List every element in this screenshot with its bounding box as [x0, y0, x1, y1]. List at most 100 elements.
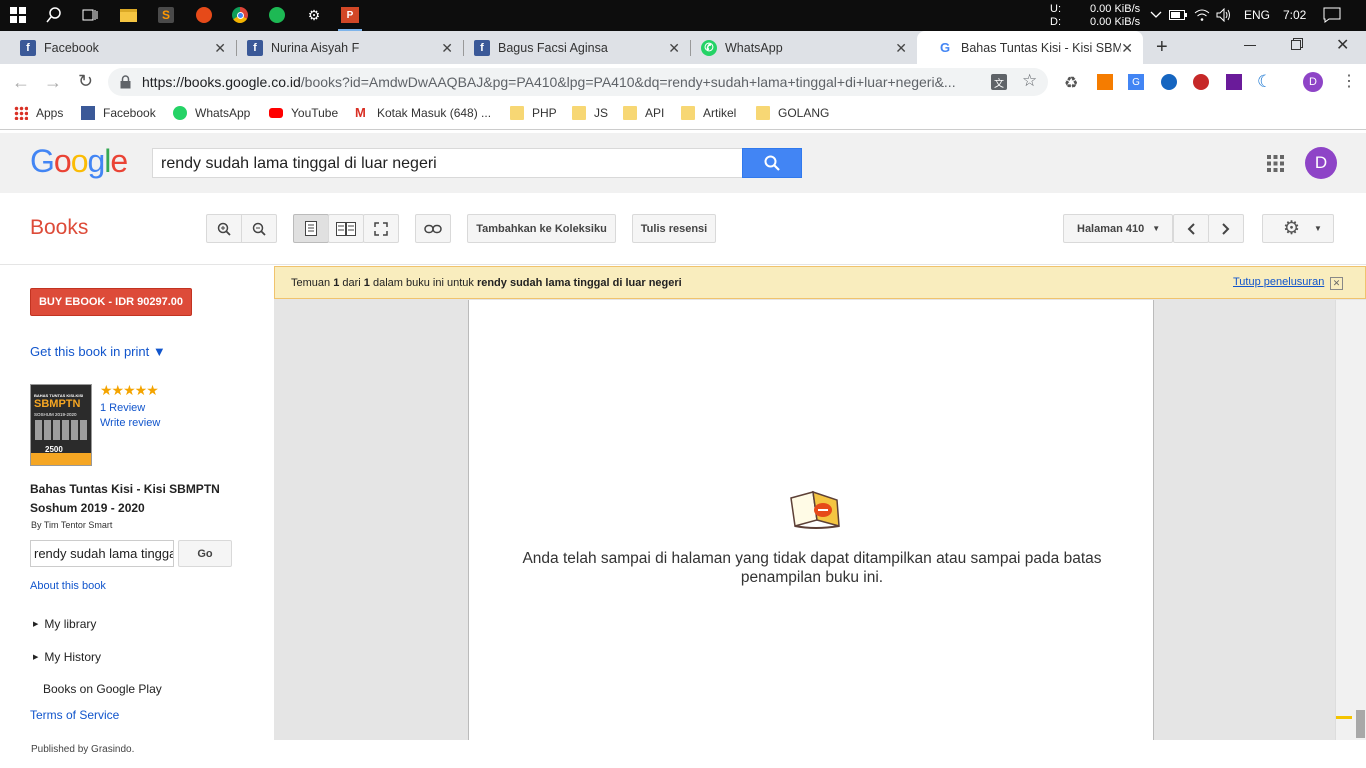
notification-icon[interactable]	[1322, 5, 1342, 25]
page-select-dropdown[interactable]: Halaman 410 ▼	[1063, 214, 1173, 243]
bookmark-star-icon[interactable]: ☆	[1022, 71, 1037, 91]
wifi-icon[interactable]	[1192, 5, 1212, 25]
recycle-extension-icon[interactable]: ♻	[1064, 73, 1078, 93]
sublime-text-icon[interactable]: S	[156, 5, 176, 25]
forward-arrow-icon[interactable]: →	[44, 72, 62, 93]
chevron-down-icon: ▼	[1152, 224, 1161, 233]
bookmark-facebook[interactable]: Facebook	[81, 106, 156, 120]
minimize-icon[interactable]	[1244, 45, 1256, 46]
search-icon[interactable]	[44, 5, 64, 25]
app-icon[interactable]	[194, 5, 214, 25]
search-in-book-input[interactable]: rendy sudah lama tinggal di luar negeri	[30, 540, 174, 567]
book-title[interactable]: Bahas Tuntas Kisi - Kisi SBMPTN Soshum 2…	[30, 480, 220, 518]
get-print-link[interactable]: Get this book in print ▼	[30, 344, 166, 359]
close-icon[interactable]: ✕	[441, 40, 453, 57]
scrollbar-thumb[interactable]	[1356, 710, 1365, 738]
google-logo[interactable]: Google	[30, 143, 128, 180]
address-bar[interactable]: https://books.google.co.id/books?id=Amdw…	[108, 68, 1048, 96]
next-page-button[interactable]	[1208, 214, 1244, 243]
url-text[interactable]: https://books.google.co.id/books?id=Amdw…	[142, 74, 956, 90]
bookmark-folder-php[interactable]: PHP	[510, 106, 557, 120]
fullscreen-button[interactable]	[363, 214, 399, 243]
chrome-icon[interactable]	[230, 5, 250, 25]
zoom-out-button[interactable]	[241, 214, 277, 243]
message-line: Anda telah sampai di halaman yang tidak …	[522, 550, 1102, 567]
my-history-toggle[interactable]: ▶ My History	[33, 650, 101, 664]
powerpoint-icon[interactable]: P	[340, 5, 360, 25]
clock[interactable]: 7:02	[1283, 8, 1306, 22]
account-avatar[interactable]: D	[1305, 147, 1337, 179]
spotify-icon[interactable]	[267, 5, 287, 25]
task-view-icon[interactable]	[80, 5, 100, 25]
close-window-icon[interactable]: ✕	[1336, 35, 1349, 55]
new-tab-plus-icon[interactable]: +	[1156, 36, 1168, 59]
gmail-icon: M	[355, 105, 366, 120]
bookmark-folder-js[interactable]: JS	[572, 106, 608, 120]
settings-gear-icon[interactable]: ⚙	[304, 5, 324, 25]
tab-facebook[interactable]: f Facebook ✕	[0, 31, 236, 64]
books-title[interactable]: Books	[30, 216, 88, 240]
chart-extension-icon[interactable]	[1097, 74, 1113, 90]
previous-page-button[interactable]	[1173, 214, 1209, 243]
chevron-up-icon[interactable]	[1146, 5, 1166, 25]
reload-icon[interactable]: ↻	[78, 71, 93, 92]
book-cover-image[interactable]: BAHAS TUNTAS KISI-KISI SBMPTN SOSHUM 201…	[30, 384, 92, 466]
bookmark-whatsapp[interactable]: WhatsApp	[173, 106, 250, 120]
bookmark-apps[interactable]: Apps	[14, 106, 63, 120]
file-explorer-icon[interactable]	[118, 5, 138, 25]
lock-icon[interactable]	[120, 75, 131, 92]
tab-whatsapp[interactable]: ✆ WhatsApp ✕	[681, 31, 917, 64]
link-button[interactable]	[415, 214, 451, 243]
scrollbar-track[interactable]	[1335, 300, 1366, 740]
books-on-google-play-link[interactable]: Books on Google Play	[43, 682, 162, 696]
tab-google-books[interactable]: G Bahas Tuntas Kisi - Kisi SBMPTN ✕	[917, 31, 1143, 64]
close-icon[interactable]: ✕	[668, 40, 680, 57]
close-search-link[interactable]: Tutup penelusuran	[1233, 276, 1324, 288]
block-extension-icon[interactable]	[1193, 74, 1209, 90]
close-icon[interactable]: ✕	[214, 40, 226, 57]
back-arrow-icon[interactable]: ←	[12, 72, 30, 93]
speaker-icon[interactable]	[1214, 5, 1234, 25]
my-library-toggle[interactable]: ▶ My library	[33, 617, 96, 631]
moon-extension-icon[interactable]: ☾	[1257, 72, 1272, 92]
translate-icon[interactable]: 文	[991, 74, 1007, 90]
search-button[interactable]	[742, 148, 802, 178]
apps-grid-icon[interactable]	[1267, 155, 1284, 175]
bookmark-gmail[interactable]: M Kotak Masuk (648) ...	[355, 105, 491, 121]
about-book-link[interactable]: About this book	[30, 580, 106, 592]
close-icon[interactable]: ✕	[1330, 277, 1343, 290]
buy-ebook-button[interactable]: BUY EBOOK - IDR 90297.00	[30, 288, 192, 316]
settings-button[interactable]: ⚙ ▼	[1262, 214, 1334, 243]
reviews-link[interactable]: 1 Review	[100, 402, 145, 414]
bookmark-folder-golang[interactable]: GOLANG	[756, 106, 829, 120]
tab-bagus[interactable]: f Bagus Facsi Aginsa ✕	[454, 31, 690, 64]
write-review-link[interactable]: Write review	[100, 417, 160, 429]
bookmark-label: WhatsApp	[195, 106, 251, 120]
google-translate-extension-icon[interactable]: G	[1128, 74, 1144, 90]
windows-start-icon[interactable]	[8, 5, 28, 25]
close-icon[interactable]: ✕	[1121, 40, 1133, 57]
whatsapp-icon	[173, 106, 187, 120]
write-review-button[interactable]: Tulis resensi	[632, 214, 716, 243]
restore-icon[interactable]	[1291, 38, 1303, 53]
bookmark-folder-artikel[interactable]: Artikel	[681, 106, 736, 120]
add-to-collection-button[interactable]: Tambahkan ke Koleksiku	[467, 214, 616, 243]
two-page-view-button[interactable]	[328, 214, 364, 243]
close-icon[interactable]: ✕	[895, 40, 907, 57]
extension-icon[interactable]	[1226, 74, 1242, 90]
bookmark-folder-api[interactable]: API	[623, 106, 664, 120]
zoom-in-button[interactable]	[206, 214, 242, 243]
terms-of-service-link[interactable]: Terms of Service	[30, 708, 119, 722]
extension-icon[interactable]	[1161, 74, 1177, 90]
search-input[interactable]: rendy sudah lama tinggal di luar negeri	[152, 148, 743, 178]
go-button[interactable]: Go	[178, 540, 232, 567]
single-page-view-button[interactable]	[293, 214, 329, 243]
bookmark-label: Artikel	[703, 106, 737, 120]
windows-taskbar: S ⚙ P U: 0.00 KiB/s D: 0.00 KiB/s ENG 7:…	[0, 0, 1366, 31]
battery-icon[interactable]	[1168, 5, 1188, 25]
tab-nurina[interactable]: f Nurina Aisyah F ✕	[227, 31, 463, 64]
bookmark-youtube[interactable]: YouTube	[269, 106, 338, 120]
profile-avatar[interactable]: D	[1303, 72, 1323, 92]
language-indicator[interactable]: ENG	[1244, 8, 1270, 22]
more-menu-icon[interactable]: ⋮	[1341, 71, 1357, 91]
